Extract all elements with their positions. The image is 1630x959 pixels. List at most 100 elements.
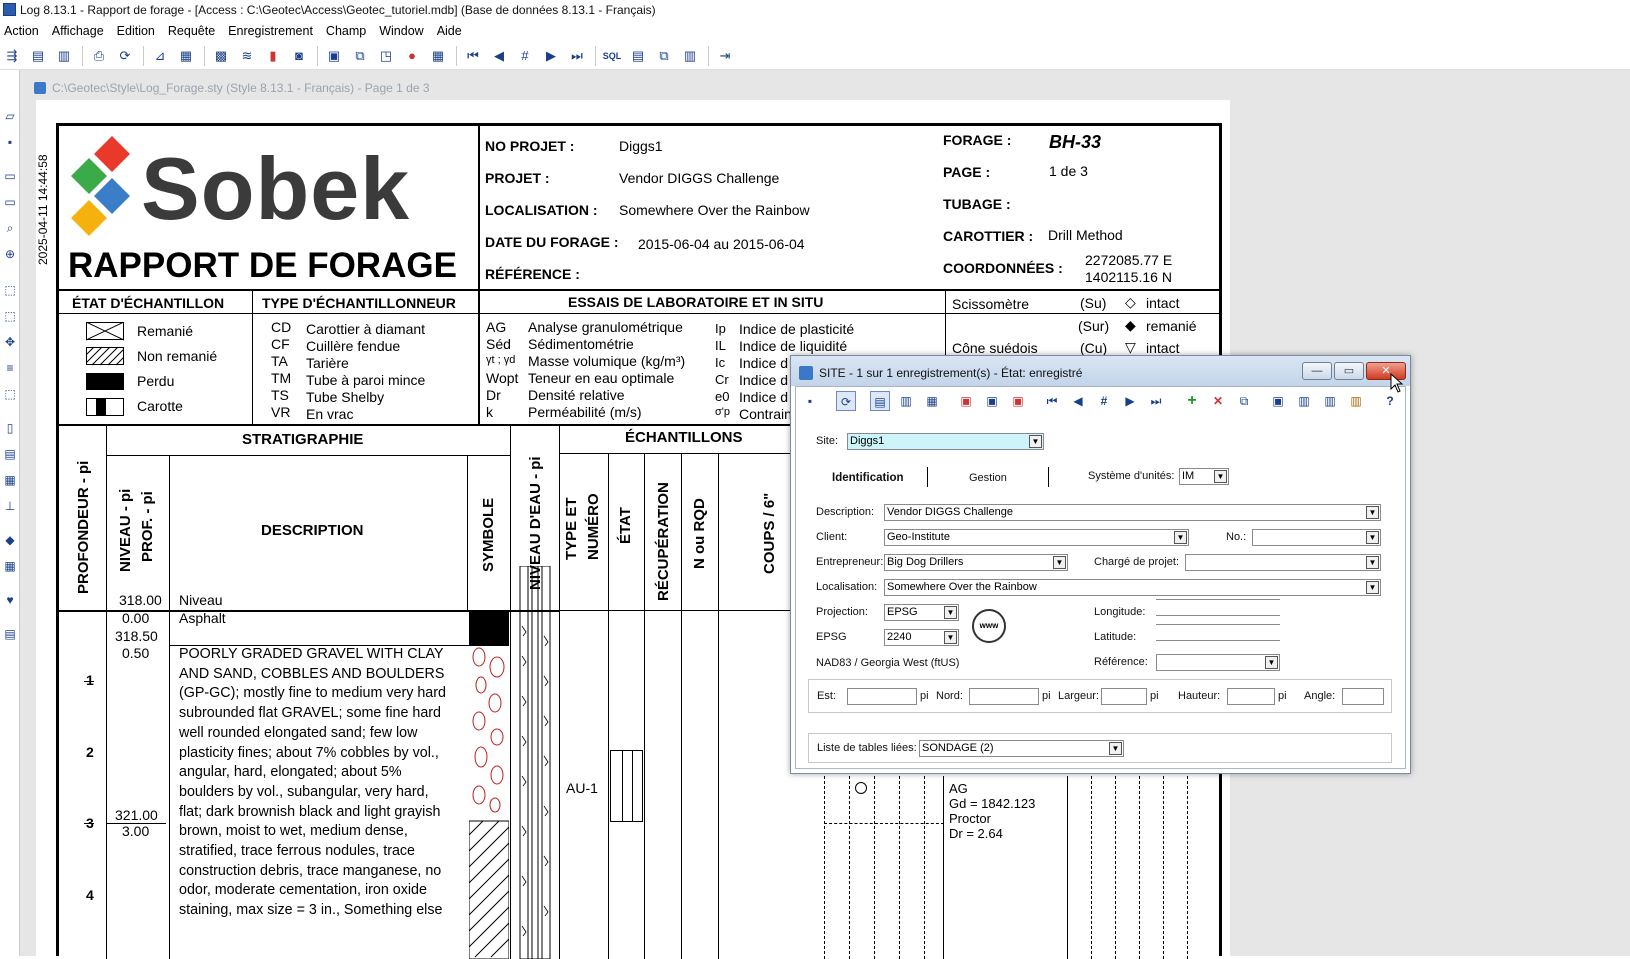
form-view-icon[interactable]: ▤ [870,391,890,411]
save-icon[interactable]: ▪ [2,134,18,150]
zoom-icon[interactable]: ⌕ [2,220,18,236]
line-tool-icon[interactable]: ⊥ [2,498,18,514]
menu-action[interactable]: Action [0,24,48,38]
brick-icon[interactable]: ▦ [2,558,18,574]
chevron-down-icon[interactable]: ▼ [1109,742,1122,755]
pan-icon[interactable]: ⊕ [2,246,18,262]
duplicate-record-icon[interactable]: ⧉ [1234,391,1254,411]
menu-enregistrement[interactable]: Enregistrement [224,24,322,38]
diamond-icon[interactable]: ◆ [2,532,18,548]
chevron-down-icon[interactable]: ▼ [944,631,957,644]
chevron-down-icon[interactable]: ▼ [944,606,957,619]
menu-champ[interactable]: Champ [322,24,375,38]
refresh-icon[interactable]: ⟳ [836,391,856,411]
dialog-titlebar[interactable]: SITE - 1 sur 1 enregistrement(s) - État:… [791,356,1410,386]
chevron-down-icon[interactable]: ▼ [1366,581,1379,594]
cylinder-icon[interactable]: ◙ [289,46,309,66]
projection-select[interactable]: EPSG ▼ [884,604,959,621]
largeur-field[interactable] [1101,688,1147,705]
chevron-down-icon[interactable]: ▼ [1366,506,1379,519]
copy-icon[interactable]: ⧉ [654,46,674,66]
query-icon[interactable]: ▤ [628,46,648,66]
hauteur-field[interactable] [1227,688,1275,705]
database-edit-icon[interactable]: ▥ [54,46,74,66]
angle-field[interactable] [1342,688,1384,705]
remove-table-icon[interactable]: ▣ [1008,391,1028,411]
frame-icon[interactable]: ▭ [2,194,18,210]
localisation-field[interactable]: Somewhere Over the Rainbow ▼ [884,579,1381,596]
abc-icon[interactable]: ▤ [2,626,18,642]
globe-icon[interactable]: www [972,609,1006,643]
refresh-icon[interactable]: ⟳ [115,46,135,66]
color-bar-icon[interactable]: ▮ [263,46,283,66]
est-field[interactable] [847,688,917,705]
copy-table-icon[interactable]: ▣ [982,391,1002,411]
grid-view-icon[interactable]: ▥ [896,391,916,411]
pattern-icon[interactable]: ▩ [211,46,231,66]
marquee-icon[interactable]: ⬚ [2,308,18,324]
charge-field[interactable]: ▼ [1185,554,1381,571]
previous-record-icon[interactable]: ◀ [489,46,509,66]
g-icon[interactable]: ◳ [376,46,396,66]
move-icon[interactable]: ✥ [2,334,18,350]
chevron-down-icon[interactable]: ▼ [1366,531,1379,544]
minimize-button[interactable]: — [1302,362,1332,380]
next-record-icon[interactable]: ▶ [1120,391,1140,411]
export-icon[interactable]: ▥ [680,46,700,66]
last-record-icon[interactable]: ⏭ [1146,391,1166,411]
entrepreneur-field[interactable]: Big Dog Drillers ▼ [884,554,1068,571]
epsg-select[interactable]: 2240 ▼ [884,629,959,646]
grid-icon[interactable]: ▦ [428,46,448,66]
graph-icon[interactable]: ≋ [237,46,257,66]
align-icon[interactable]: ≡ [2,360,18,376]
reference-select[interactable]: ▼ [1156,654,1280,671]
description-field[interactable]: Vendor DIGGS Challenge ▼ [884,504,1381,521]
add-record-icon[interactable]: + [1182,391,1202,411]
text-block-icon[interactable]: ▤ [2,446,18,462]
table-block-icon[interactable]: ▦ [2,472,18,488]
tab-gestion[interactable]: Gestion [969,472,1007,484]
chevron-down-icon[interactable]: ▼ [1366,556,1379,569]
client-field[interactable]: Geo-Institute ▼ [884,529,1189,546]
chart-icon[interactable]: ⊿ [150,46,170,66]
print-icon[interactable]: ⎙ [89,46,109,66]
link-icon[interactable]: ▣ [1268,391,1288,411]
menu-affichage[interactable]: Affichage [48,24,113,38]
first-record-icon[interactable]: ⏮ [1042,391,1062,411]
sql-icon[interactable]: SQL [602,46,622,66]
longitude-field[interactable] [1156,599,1280,616]
maximize-button[interactable]: ▭ [1334,362,1364,380]
form-icon[interactable]: ▣ [324,46,344,66]
table-view-icon[interactable]: ▦ [922,391,942,411]
note-icon[interactable]: ▯ [2,420,18,436]
menu-requete[interactable]: Requête [164,24,224,38]
save-icon[interactable]: ▪ [800,391,820,411]
site-select[interactable]: Diggs1 ▼ [847,433,1044,450]
exit-icon[interactable]: ⇥ [715,46,735,66]
export-icon[interactable]: ▥ [1346,391,1366,411]
chevron-down-icon[interactable]: ▼ [1214,470,1227,483]
window-icon[interactable]: ⧉ [350,46,370,66]
open-folder-icon[interactable]: ▱ [2,108,18,124]
tab-identification[interactable]: Identification [832,472,904,484]
chevron-down-icon[interactable]: ▼ [1053,556,1066,569]
last-record-icon[interactable]: ⏭ [567,46,587,66]
help-icon[interactable]: ? [1380,391,1400,411]
delete-record-icon[interactable]: ✕ [1208,391,1228,411]
related-icon[interactable]: ▥ [1294,391,1314,411]
goto-record-icon[interactable]: # [1094,391,1114,411]
menu-aide[interactable]: Aide [433,24,471,38]
no-field[interactable]: ▼ [1252,529,1381,546]
database-icon[interactable]: ▤ [28,46,48,66]
select-icon[interactable]: ⬚ [2,282,18,298]
menu-edition[interactable]: Edition [113,24,164,38]
latitude-field[interactable] [1156,624,1280,641]
shield-icon[interactable]: ♥ [2,592,18,608]
chevron-down-icon[interactable]: ▼ [1265,656,1278,669]
delete-table-icon[interactable]: ▣ [956,391,976,411]
tables-select[interactable]: SONDAGE (2) ▼ [919,740,1124,757]
goto-record-icon[interactable]: # [515,46,535,66]
menu-window[interactable]: Window [375,24,432,38]
first-record-icon[interactable]: ⏮ [463,46,483,66]
previous-record-icon[interactable]: ◀ [1068,391,1088,411]
